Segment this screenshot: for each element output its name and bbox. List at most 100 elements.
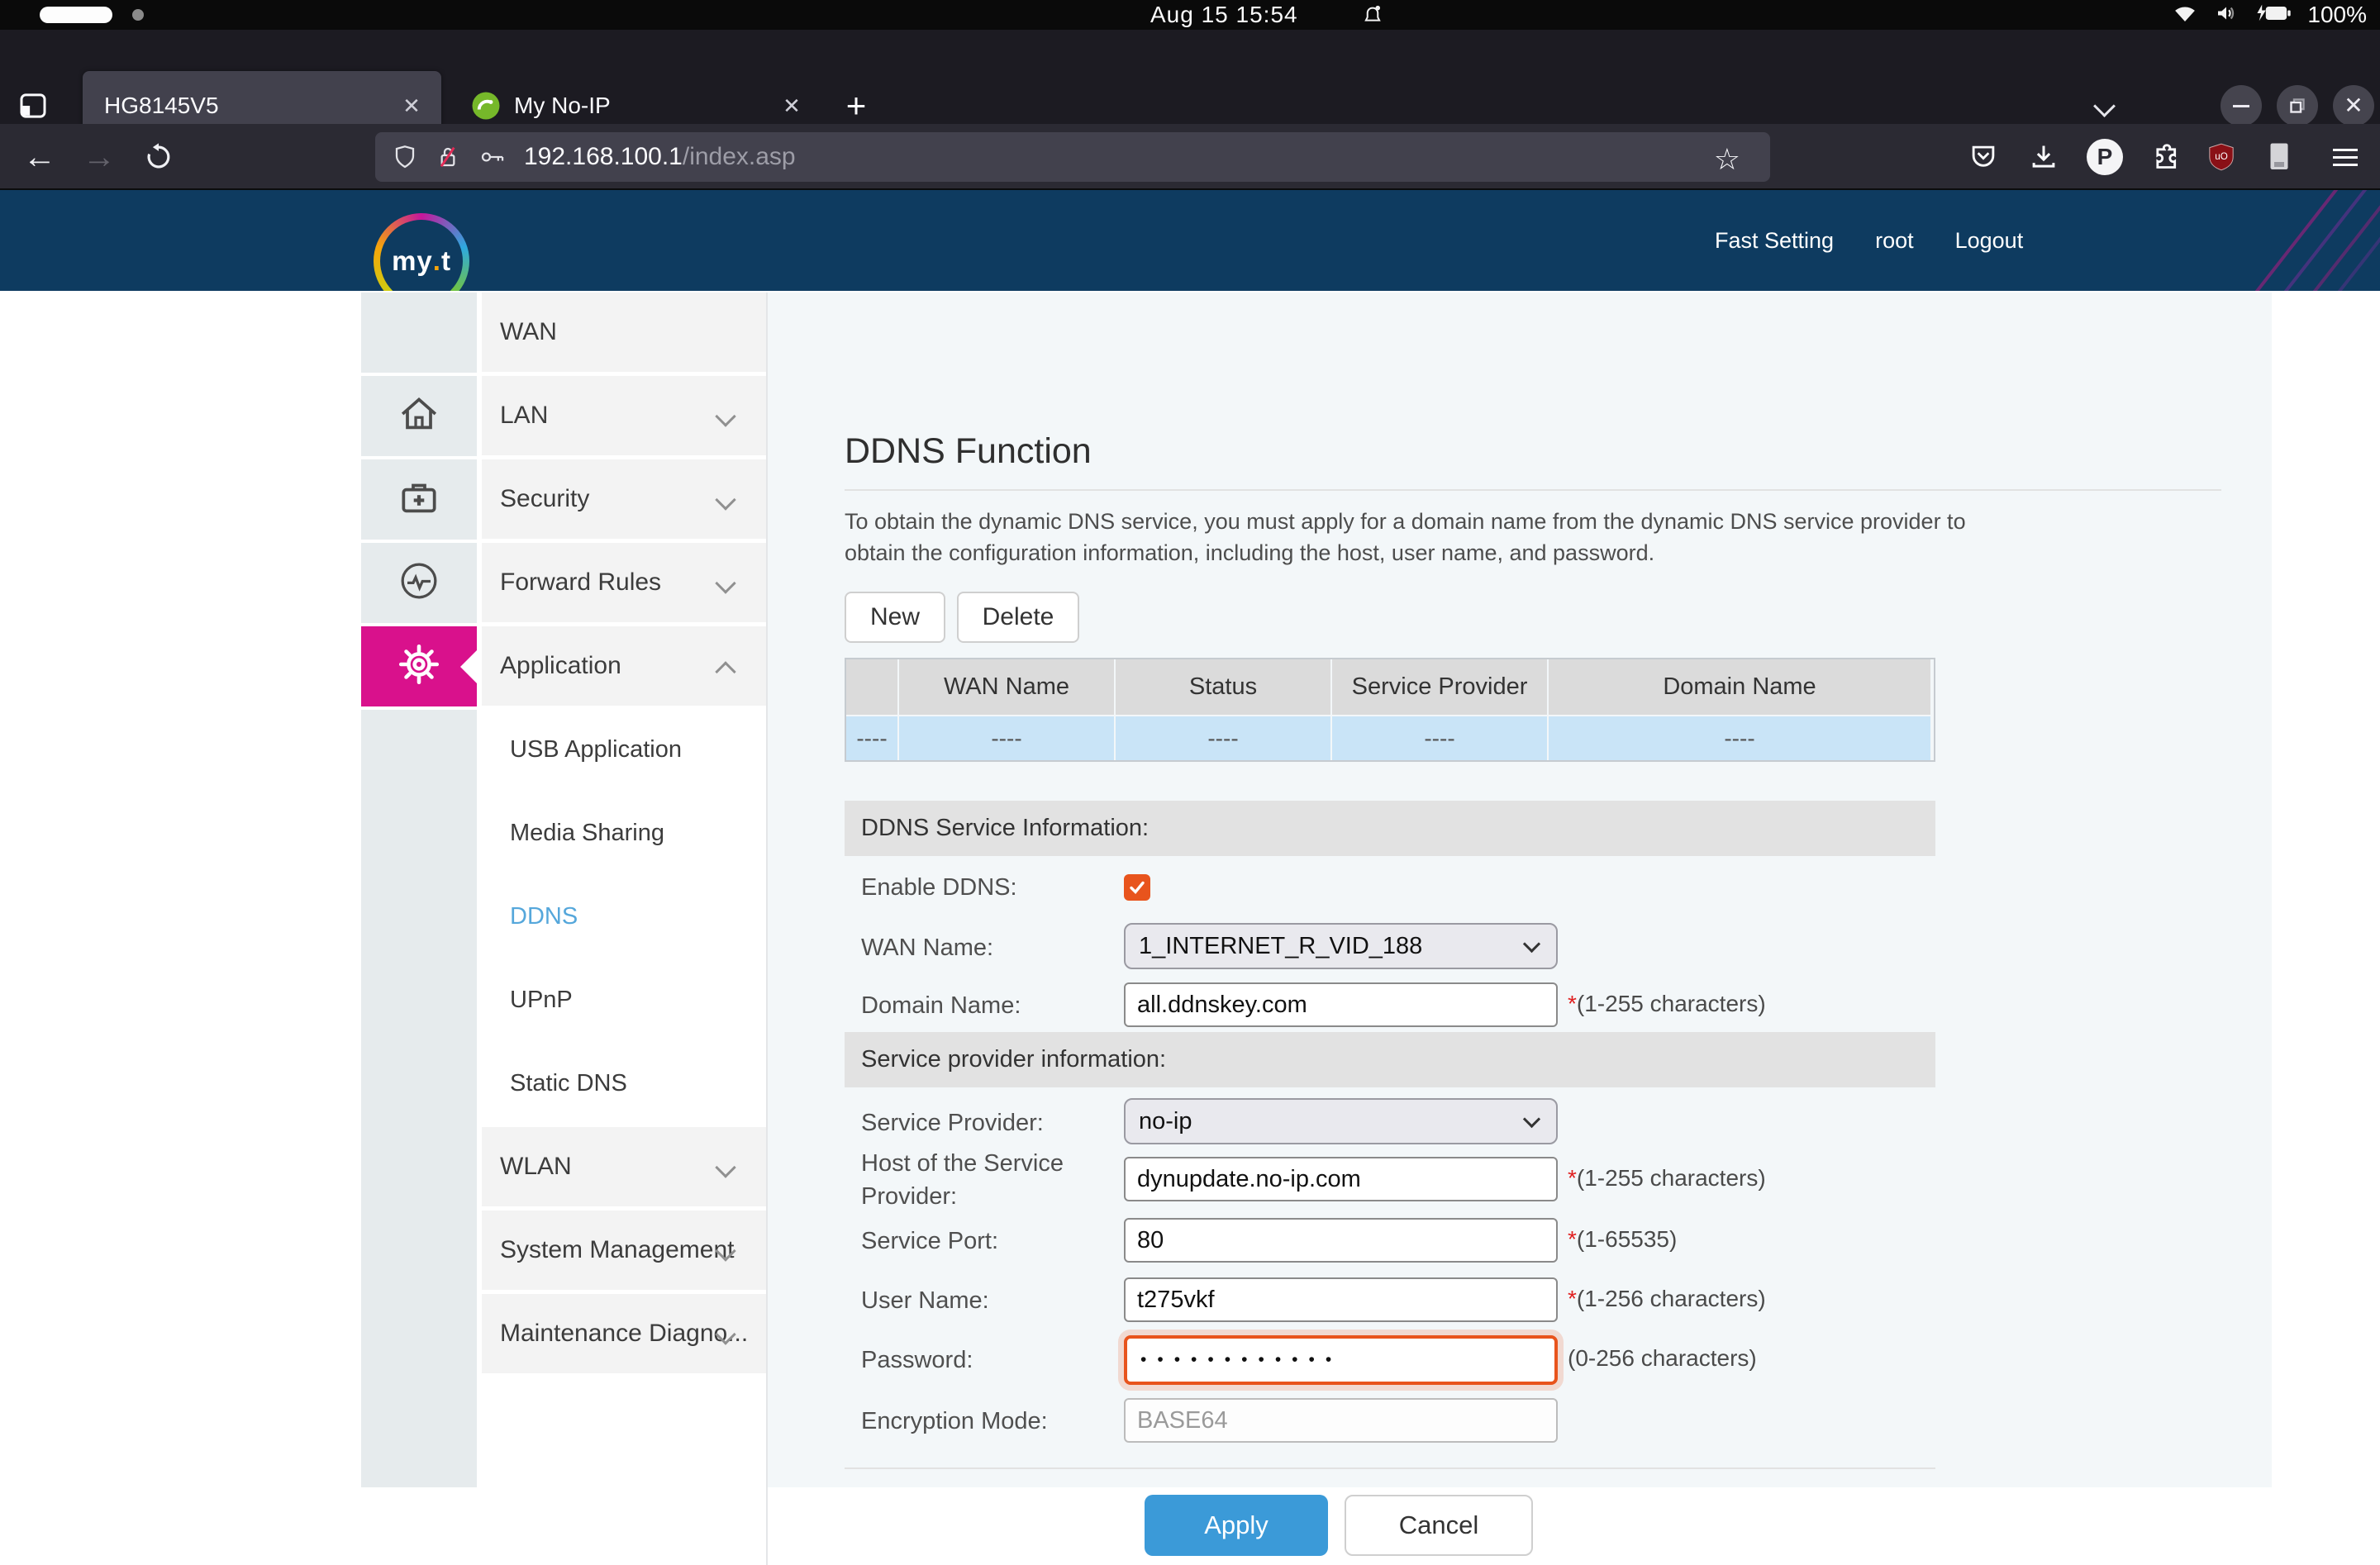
privacy-badger-icon[interactable]: P	[2082, 126, 2128, 188]
logout-link[interactable]: Logout	[1955, 228, 2024, 254]
system-status-area[interactable]: 100%	[2172, 2, 2367, 28]
password-label: Password:	[861, 1344, 1109, 1377]
rail-application-cell-active[interactable]	[361, 626, 477, 706]
sidebar-item-media-sharing[interactable]: Media Sharing	[482, 793, 766, 873]
system-top-bar: Aug 15 15:54 100%	[0, 0, 2380, 30]
sidebar-menu: WAN LAN Security Forward Rules Applicati…	[482, 293, 768, 1565]
workspace-dot[interactable]	[132, 9, 144, 21]
tab-close-icon[interactable]: ✕	[777, 91, 807, 121]
extensions-puzzle-icon[interactable]	[2142, 126, 2188, 188]
firefox-view-icon[interactable]	[13, 86, 53, 126]
window-close-button[interactable]: ✕	[2333, 85, 2374, 126]
col-status: Status	[1114, 659, 1330, 715]
ublock-origin-icon[interactable]: uO	[2198, 126, 2244, 188]
site-header: my.t Fast Setting root Logout	[0, 190, 2380, 291]
apply-button[interactable]: Apply	[1145, 1495, 1328, 1556]
service-provider-select[interactable]: no-ip	[1124, 1098, 1558, 1144]
table-row[interactable]: ---- ---- ---- ---- ----	[846, 715, 1934, 760]
url-text[interactable]: 192.168.100.1/index.asp	[524, 143, 796, 171]
browser-tab-bar: HG8145V5 ✕ My No-IP ✕ + ✕	[0, 30, 2380, 124]
new-button[interactable]: New	[845, 592, 945, 643]
url-bar[interactable]: 192.168.100.1/index.asp ☆	[375, 132, 1770, 182]
encryption-mode-input	[1124, 1398, 1558, 1443]
sidebar-item-static-dns[interactable]: Static DNS	[482, 1044, 766, 1123]
tracking-shield-icon[interactable]	[392, 144, 418, 170]
url-path: /index.asp	[683, 143, 796, 170]
notification-bell-icon	[1360, 3, 1385, 32]
service-port-input[interactable]	[1124, 1218, 1558, 1263]
page-document-icon[interactable]	[2256, 126, 2302, 188]
window-minimize-button[interactable]	[2221, 85, 2262, 126]
sidebar-item-wlan[interactable]: WLAN	[482, 1127, 766, 1206]
rail-home-cell[interactable]	[361, 376, 477, 456]
user-name-input[interactable]	[1124, 1277, 1558, 1322]
col-domain-name: Domain Name	[1547, 659, 1930, 715]
page-description: To obtain the dynamic DNS service, you m…	[845, 506, 2018, 568]
list-all-tabs-chevron-icon[interactable]	[2087, 93, 2121, 126]
sidebar-item-lan[interactable]: LAN	[482, 376, 766, 455]
tab-title: HG8145V5	[104, 93, 219, 119]
sidebar-item-upnp[interactable]: UPnP	[482, 960, 766, 1039]
col-wan-name: WAN Name	[897, 659, 1114, 715]
rail-diagnostics-cell[interactable]	[361, 543, 477, 623]
sidebar-item-security[interactable]: Security	[482, 459, 766, 539]
host-label: Host of the Service Provider:	[861, 1147, 1109, 1213]
bookmark-star-icon[interactable]: ☆	[1714, 142, 1740, 177]
sidebar-item-system-management[interactable]: System Management	[482, 1211, 766, 1290]
enable-ddns-checkbox[interactable]	[1124, 874, 1150, 901]
tab-close-icon[interactable]: ✕	[397, 91, 426, 121]
sidebar-item-maintenance-diagnose[interactable]: Maintenance Diagno...	[482, 1294, 766, 1373]
rail-cell-bottom	[361, 710, 477, 1487]
back-button[interactable]: ←	[13, 124, 66, 190]
fast-setting-link[interactable]: Fast Setting	[1715, 228, 1834, 254]
url-host: 192.168.100.1	[524, 143, 683, 170]
domain-name-input[interactable]	[1124, 982, 1558, 1027]
ddns-table: WAN Name Status Service Provider Domain …	[845, 658, 1935, 762]
wan-name-select[interactable]: 1_INTERNET_R_VID_188	[1124, 923, 1558, 969]
host-input[interactable]	[1124, 1157, 1558, 1201]
sidebar-item-usb-application[interactable]: USB Application	[482, 710, 766, 789]
svg-text:uO: uO	[2215, 151, 2228, 162]
clock[interactable]: Aug 15 15:54	[1150, 2, 1298, 28]
domain-name-label: Domain Name:	[861, 989, 1109, 1022]
service-port-label: Service Port:	[861, 1225, 1109, 1258]
workspace-pill[interactable]	[40, 7, 112, 23]
rail-cell-empty	[361, 293, 477, 373]
header-decorative-lines	[2165, 190, 2380, 291]
chevron-up-icon	[715, 661, 735, 682]
sidebar-item-ddns-active[interactable]: DDNS	[482, 877, 766, 956]
pocket-icon[interactable]	[1960, 126, 2006, 188]
rail-firstaid-cell[interactable]	[361, 459, 477, 540]
first-aid-kit-icon	[396, 474, 442, 525]
volume-icon	[2213, 1, 2240, 30]
new-tab-button[interactable]: +	[833, 83, 879, 129]
noip-favicon	[471, 91, 501, 121]
downloads-icon[interactable]	[2021, 126, 2067, 188]
delete-button[interactable]: Delete	[957, 592, 1079, 643]
tab-title: My No-IP	[514, 93, 611, 119]
window-restore-button[interactable]	[2277, 85, 2318, 126]
user-root-link[interactable]: root	[1875, 228, 1914, 254]
chevron-down-icon	[715, 489, 735, 510]
password-input-focused[interactable]: ••••••••••••	[1124, 1335, 1558, 1385]
main-content: DDNS Function To obtain the dynamic DNS …	[845, 293, 2282, 1487]
service-provider-row: Service Provider: no-ip	[845, 1098, 2282, 1144]
forward-button[interactable]: →	[73, 124, 126, 190]
key-icon[interactable]	[478, 144, 506, 170]
cancel-button[interactable]: Cancel	[1345, 1495, 1533, 1556]
hamburger-menu-icon[interactable]	[2322, 126, 2368, 188]
user-name-label: User Name:	[861, 1284, 1109, 1317]
sidebar-item-wan[interactable]: WAN	[482, 293, 766, 372]
chevron-down-icon	[715, 573, 735, 593]
myt-logo[interactable]: my.t	[374, 213, 469, 291]
sidebar-item-application[interactable]: Application	[482, 626, 766, 706]
reload-button[interactable]	[132, 124, 185, 190]
home-icon	[396, 391, 442, 441]
router-web-page: my.t Fast Setting root Logout WAN LAN Se…	[0, 190, 2380, 1487]
wan-name-label: WAN Name:	[861, 931, 1109, 964]
insecure-lock-icon[interactable]	[435, 144, 461, 170]
battery-percent: 100%	[2307, 2, 2367, 28]
chevron-down-icon	[715, 1157, 735, 1177]
sidebar-item-forward-rules[interactable]: Forward Rules	[482, 543, 766, 622]
gear-icon	[395, 640, 443, 692]
